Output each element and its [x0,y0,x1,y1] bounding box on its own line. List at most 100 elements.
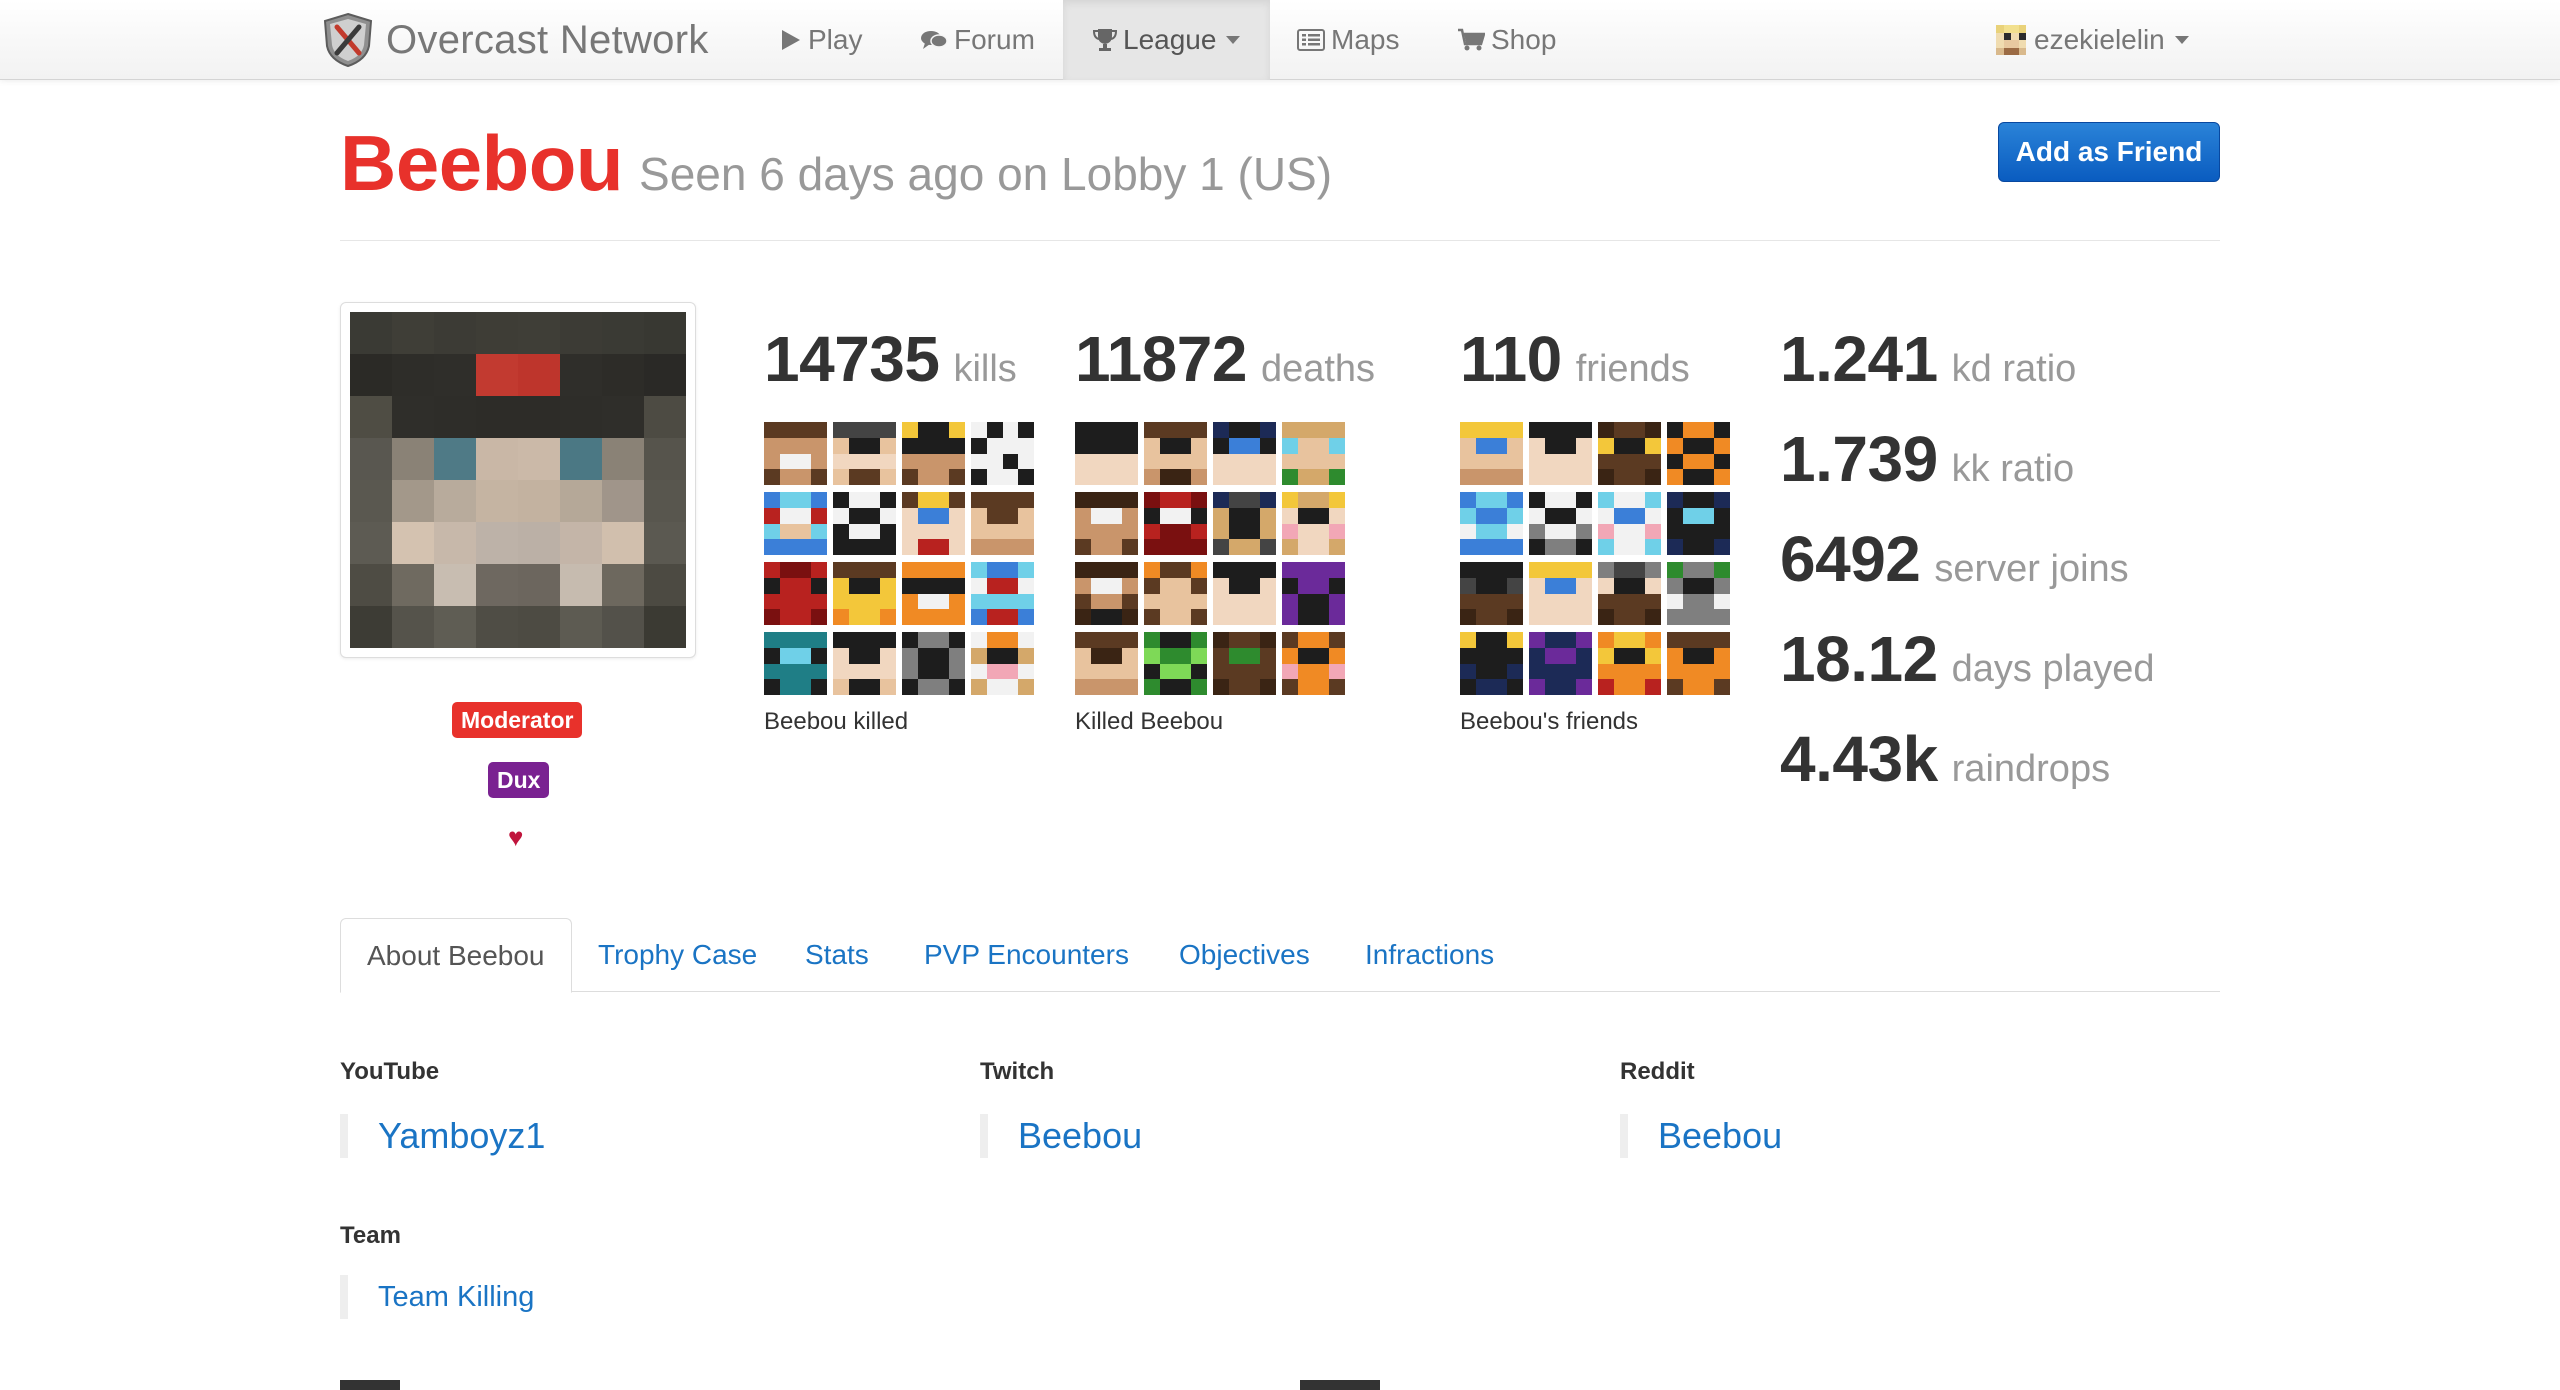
youtube-link[interactable]: Yamboyz1 [340,1114,545,1158]
player-face-avatar[interactable] [971,492,1034,555]
player-face-avatar[interactable] [902,492,965,555]
nav-shop[interactable]: Shop [1457,0,1556,80]
player-face-avatar[interactable] [1282,632,1345,695]
player-face-avatar[interactable] [902,632,965,695]
player-face-avatar[interactable] [971,422,1034,485]
player-face-avatar[interactable] [1598,562,1661,625]
player-face-avatar[interactable] [1529,562,1592,625]
player-face-avatar[interactable] [1213,492,1276,555]
team-link[interactable]: Team Killing [340,1275,534,1319]
player-face-avatar[interactable] [1075,562,1138,625]
deaths-label: deaths [1260,348,1376,390]
cut-off-label [1300,1380,1380,1390]
player-face-avatar[interactable] [764,632,827,695]
reddit-link[interactable]: Beebou [1620,1114,1782,1158]
user-menu[interactable]: ezekielelin [1996,0,2189,80]
player-face-avatar[interactable] [1075,492,1138,555]
tab-infractions[interactable]: Infractions [1365,918,1494,992]
player-face-avatar[interactable] [1213,632,1276,695]
killed-players-grid [764,422,1034,695]
nav-play-label: Play [808,24,863,55]
play-icon [782,30,800,50]
tab-about[interactable]: About Beebou [340,918,572,993]
player-face-avatar[interactable] [1529,632,1592,695]
player-face-avatar[interactable] [1667,492,1730,555]
player-face-avatar[interactable] [1529,422,1592,485]
player-face-avatar[interactable] [764,562,827,625]
player-face-avatar[interactable] [1213,562,1276,625]
player-face-avatar[interactable] [1144,562,1207,625]
player-face-avatar[interactable] [1460,632,1523,695]
player-face-avatar[interactable] [1144,632,1207,695]
user-avatar [1996,25,2026,55]
youtube-label: YouTube [340,1058,440,1085]
player-face-avatar[interactable] [764,422,827,485]
trophy-icon [1093,29,1117,51]
days-played-stat: 18.12 days played [1780,622,2154,696]
player-face-avatar[interactable] [1529,492,1592,555]
kills-stat: 14735 kills [764,322,1017,396]
brand-link[interactable]: Overcast Network [322,12,709,68]
header-divider [340,240,2220,241]
nav-league-label: League [1123,24,1217,55]
profile-tabs: About Beebou Trophy Case Stats PVP Encou… [340,918,2220,993]
tab-stats[interactable]: Stats [805,918,869,992]
nav-maps-label: Maps [1331,24,1400,55]
profile-avatar-frame [340,302,696,658]
player-face-avatar[interactable] [1075,632,1138,695]
player-face-avatar[interactable] [1460,492,1523,555]
player-face-avatar[interactable] [833,632,896,695]
kd-ratio-label: kd ratio [1951,348,2077,390]
tab-pvp-encounters[interactable]: PVP Encounters [924,918,1129,992]
kills-label: kills [953,348,1017,390]
player-face-avatar[interactable] [1075,422,1138,485]
player-face-avatar[interactable] [902,422,965,485]
player-face-avatar[interactable] [1460,422,1523,485]
player-face-avatar[interactable] [1144,422,1207,485]
player-face-avatar[interactable] [764,492,827,555]
player-face-avatar[interactable] [1213,422,1276,485]
nav-maps[interactable]: Maps [1297,0,1399,80]
raindrops-value: 4.43k [1780,723,1938,795]
twitch-link[interactable]: Beebou [980,1114,1142,1158]
player-face-avatar[interactable] [1282,422,1345,485]
friends-value: 110 [1460,323,1562,395]
player-face-avatar[interactable] [1282,562,1345,625]
player-face-avatar[interactable] [1667,632,1730,695]
server-joins-label: server joins [1934,548,2129,590]
username: ezekielelin [2034,24,2165,55]
profile-header: Beebou Seen 6 days ago on Lobby 1 (US) [340,118,1332,209]
dux-badge: Dux [488,762,550,798]
player-face-avatar[interactable] [833,422,896,485]
player-face-avatar[interactable] [1598,422,1661,485]
tab-trophy-case[interactable]: Trophy Case [598,918,757,992]
nav-league[interactable]: League [1063,0,1271,80]
friends-grid [1460,422,1730,695]
server-joins-value: 6492 [1780,523,1921,595]
nav-forum[interactable]: Forum [920,0,1035,80]
player-face-avatar[interactable] [833,492,896,555]
map-list-icon [1297,29,1325,51]
player-face-avatar[interactable] [902,562,965,625]
player-face-avatar[interactable] [971,632,1034,695]
player-face-avatar[interactable] [1667,422,1730,485]
reddit-label: Reddit [1620,1058,1695,1085]
days-played-label: days played [1951,648,2155,690]
raindrops-stat: 4.43k raindrops [1780,722,2110,796]
add-friend-button[interactable]: Add as Friend [1998,122,2220,182]
player-face-avatar[interactable] [1460,562,1523,625]
brand-name: Overcast Network [386,17,709,62]
player-face-avatar[interactable] [1667,562,1730,625]
overcast-shield-logo-icon [323,12,373,68]
nav-forum-label: Forum [954,24,1035,55]
team-label: Team [340,1222,401,1249]
player-face-avatar[interactable] [1144,492,1207,555]
killed-caption: Beebou killed [764,708,909,735]
player-face-avatar[interactable] [1282,492,1345,555]
tab-objectives[interactable]: Objectives [1179,918,1310,992]
player-face-avatar[interactable] [971,562,1034,625]
player-face-avatar[interactable] [1598,632,1661,695]
player-face-avatar[interactable] [1598,492,1661,555]
nav-play[interactable]: Play [780,0,862,80]
player-face-avatar[interactable] [833,562,896,625]
